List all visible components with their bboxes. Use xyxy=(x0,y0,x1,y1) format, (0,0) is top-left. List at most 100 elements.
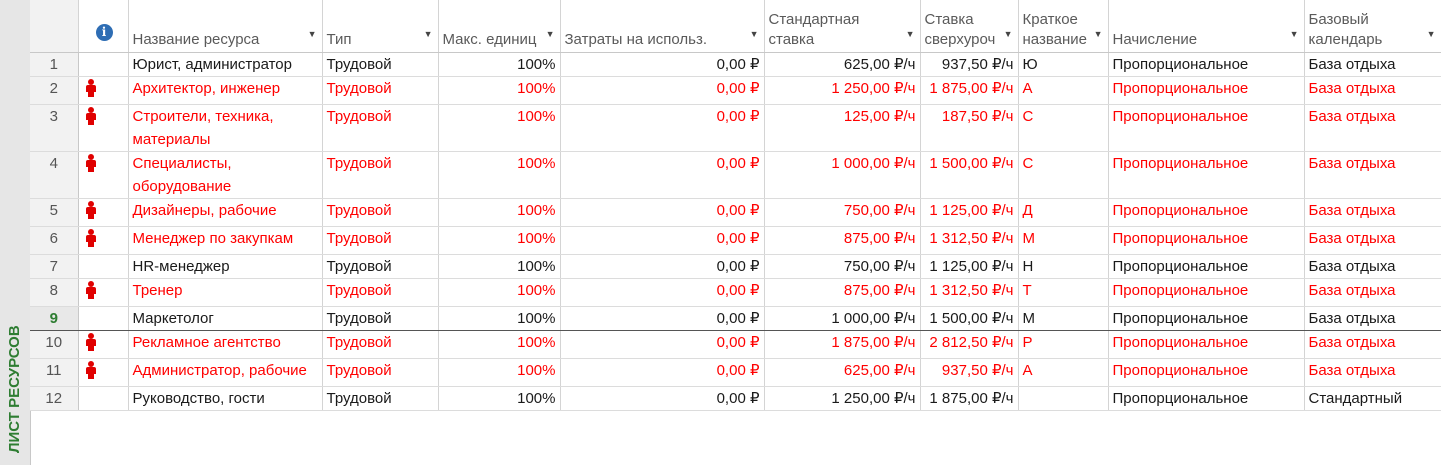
overallocated-person-icon[interactable] xyxy=(85,79,96,97)
type-cell[interactable]: Трудовой xyxy=(322,254,439,279)
column-header-accrue[interactable]: Начисление ▼ xyxy=(1108,0,1305,53)
row-id[interactable]: 7 xyxy=(30,254,79,279)
ovt-rate-cell[interactable]: 1 125,00 ₽/ч xyxy=(920,254,1019,279)
cost-per-use-cell[interactable]: 0,00 ₽ xyxy=(560,386,765,411)
accrue-cell[interactable]: Пропорциональное xyxy=(1108,386,1305,411)
accrue-cell[interactable]: Пропорциональное xyxy=(1108,226,1305,255)
filter-arrow-icon[interactable]: ▼ xyxy=(906,24,915,44)
table-row[interactable]: 2 Архитектор, инженер Трудовой 100% 0,00 ₽1 … xyxy=(30,76,1441,105)
row-id[interactable]: 3 xyxy=(30,104,79,152)
initials-cell[interactable]: Н xyxy=(1018,254,1109,279)
calendar-cell[interactable]: База отдыха xyxy=(1304,76,1441,105)
ovt-rate-cell[interactable]: 1 312,50 ₽/ч xyxy=(920,226,1019,255)
filter-arrow-icon[interactable]: ▼ xyxy=(1290,24,1299,44)
table-row[interactable]: 8 Тренер Трудовой 100% 0,00 ₽875,00 ₽/ч 1 312… xyxy=(30,278,1441,307)
filter-arrow-icon[interactable]: ▼ xyxy=(546,24,555,44)
resource-name-cell[interactable]: Архитектор, инженер xyxy=(128,76,323,105)
resource-name-cell[interactable]: Юрист, администратор xyxy=(128,52,323,77)
column-header-initials[interactable]: Краткое название ▼ xyxy=(1018,0,1109,53)
max-units-cell[interactable]: 100% xyxy=(438,306,561,331)
ovt-rate-cell[interactable]: 1 500,00 ₽/ч xyxy=(920,306,1019,331)
initials-cell[interactable] xyxy=(1018,386,1109,411)
initials-cell[interactable]: Р xyxy=(1018,330,1109,359)
std-rate-cell[interactable]: 875,00 ₽/ч xyxy=(764,226,921,255)
type-cell[interactable]: Трудовой xyxy=(322,278,439,307)
resource-name-cell[interactable]: Тренер xyxy=(128,278,323,307)
cost-per-use-cell[interactable]: 0,00 ₽ xyxy=(560,198,765,227)
type-cell[interactable]: Трудовой xyxy=(322,226,439,255)
calendar-cell[interactable]: База отдыха xyxy=(1304,358,1441,387)
cost-per-use-cell[interactable]: 0,00 ₽ xyxy=(560,358,765,387)
max-units-cell[interactable]: 100% xyxy=(438,254,561,279)
row-id[interactable]: 2 xyxy=(30,76,79,105)
column-header-type[interactable]: Тип ▼ xyxy=(322,0,439,53)
calendar-cell[interactable]: База отдыха xyxy=(1304,278,1441,307)
initials-cell[interactable]: Ю xyxy=(1018,52,1109,77)
cost-per-use-cell[interactable]: 0,00 ₽ xyxy=(560,52,765,77)
initials-cell[interactable]: М xyxy=(1018,306,1109,331)
overallocated-person-icon[interactable] xyxy=(85,333,96,351)
cost-per-use-cell[interactable]: 0,00 ₽ xyxy=(560,306,765,331)
row-id[interactable]: 12 xyxy=(30,386,79,411)
accrue-cell[interactable]: Пропорциональное xyxy=(1108,151,1305,199)
std-rate-cell[interactable]: 1 250,00 ₽/ч xyxy=(764,76,921,105)
type-cell[interactable]: Трудовой xyxy=(322,358,439,387)
accrue-cell[interactable]: Пропорциональное xyxy=(1108,104,1305,152)
cost-per-use-cell[interactable]: 0,00 ₽ xyxy=(560,151,765,199)
column-header-ovt-rate[interactable]: Ставка сверхуроч ▼ xyxy=(920,0,1019,53)
std-rate-cell[interactable]: 1 250,00 ₽/ч xyxy=(764,386,921,411)
column-header-std-rate[interactable]: Стандартная ставка ▼ xyxy=(764,0,921,53)
std-rate-cell[interactable]: 750,00 ₽/ч xyxy=(764,254,921,279)
calendar-cell[interactable]: База отдыха xyxy=(1304,52,1441,77)
std-rate-cell[interactable]: 750,00 ₽/ч xyxy=(764,198,921,227)
table-row[interactable]: 7 HR-менеджер Трудовой 100% 0,00 ₽750,00 ₽/ч… xyxy=(30,254,1441,279)
type-cell[interactable]: Трудовой xyxy=(322,198,439,227)
calendar-cell[interactable]: База отдыха xyxy=(1304,198,1441,227)
ovt-rate-cell[interactable]: 2 812,50 ₽/ч xyxy=(920,330,1019,359)
row-id[interactable]: 9 xyxy=(30,306,79,331)
initials-cell[interactable]: С xyxy=(1018,151,1109,199)
initials-cell[interactable]: А xyxy=(1018,76,1109,105)
accrue-cell[interactable]: Пропорциональное xyxy=(1108,254,1305,279)
resource-name-cell[interactable]: Строители, техника, материалы xyxy=(128,104,323,152)
row-id[interactable]: 8 xyxy=(30,278,79,307)
indicator-cell[interactable] xyxy=(78,306,129,331)
indicator-cell[interactable] xyxy=(78,386,129,411)
accrue-cell[interactable]: Пропорциональное xyxy=(1108,278,1305,307)
resource-name-cell[interactable]: Специалисты, оборудование xyxy=(128,151,323,199)
indicator-cell[interactable] xyxy=(78,104,129,152)
ovt-rate-cell[interactable]: 937,50 ₽/ч xyxy=(920,358,1019,387)
resource-name-cell[interactable]: Дизайнеры, рабочие xyxy=(128,198,323,227)
calendar-cell[interactable]: База отдыха xyxy=(1304,254,1441,279)
ovt-rate-cell[interactable]: 1 875,00 ₽/ч xyxy=(920,386,1019,411)
type-cell[interactable]: Трудовой xyxy=(322,330,439,359)
initials-cell[interactable]: Д xyxy=(1018,198,1109,227)
type-cell[interactable]: Трудовой xyxy=(322,76,439,105)
std-rate-cell[interactable]: 1 875,00 ₽/ч xyxy=(764,330,921,359)
table-row[interactable]: 6 Менеджер по закупкам Трудовой 100% 0,00 ₽8… xyxy=(30,226,1441,255)
ovt-rate-cell[interactable]: 1 875,00 ₽/ч xyxy=(920,76,1019,105)
max-units-cell[interactable]: 100% xyxy=(438,386,561,411)
row-id[interactable]: 1 xyxy=(30,52,79,77)
ovt-rate-cell[interactable]: 1 312,50 ₽/ч xyxy=(920,278,1019,307)
type-cell[interactable]: Трудовой xyxy=(322,386,439,411)
calendar-cell[interactable]: База отдыха xyxy=(1304,330,1441,359)
initials-cell[interactable]: С xyxy=(1018,104,1109,152)
table-row[interactable]: 10 Рекламное агентство Трудовой 100% 0,00 ₽1… xyxy=(30,330,1441,359)
overallocated-person-icon[interactable] xyxy=(85,229,96,247)
table-row[interactable]: 9 Маркетолог Трудовой 100% 0,00 ₽1 000,00 ₽/… xyxy=(30,306,1441,331)
resource-name-cell[interactable]: HR-менеджер xyxy=(128,254,323,279)
column-header-name[interactable]: Название ресурса ▼ xyxy=(128,0,323,53)
indicator-cell[interactable] xyxy=(78,278,129,307)
row-id[interactable]: 4 xyxy=(30,151,79,199)
filter-arrow-icon[interactable]: ▼ xyxy=(1094,24,1103,44)
overallocated-person-icon[interactable] xyxy=(85,154,96,172)
row-id[interactable]: 5 xyxy=(30,198,79,227)
overallocated-person-icon[interactable] xyxy=(85,361,96,379)
max-units-cell[interactable]: 100% xyxy=(438,104,561,152)
std-rate-cell[interactable]: 125,00 ₽/ч xyxy=(764,104,921,152)
accrue-cell[interactable]: Пропорциональное xyxy=(1108,358,1305,387)
accrue-cell[interactable]: Пропорциональное xyxy=(1108,306,1305,331)
table-row[interactable]: 3 Строители, техника, материалы Трудовой 10… xyxy=(30,104,1441,152)
column-header-max-units[interactable]: Макс. единиц ▼ xyxy=(438,0,561,53)
